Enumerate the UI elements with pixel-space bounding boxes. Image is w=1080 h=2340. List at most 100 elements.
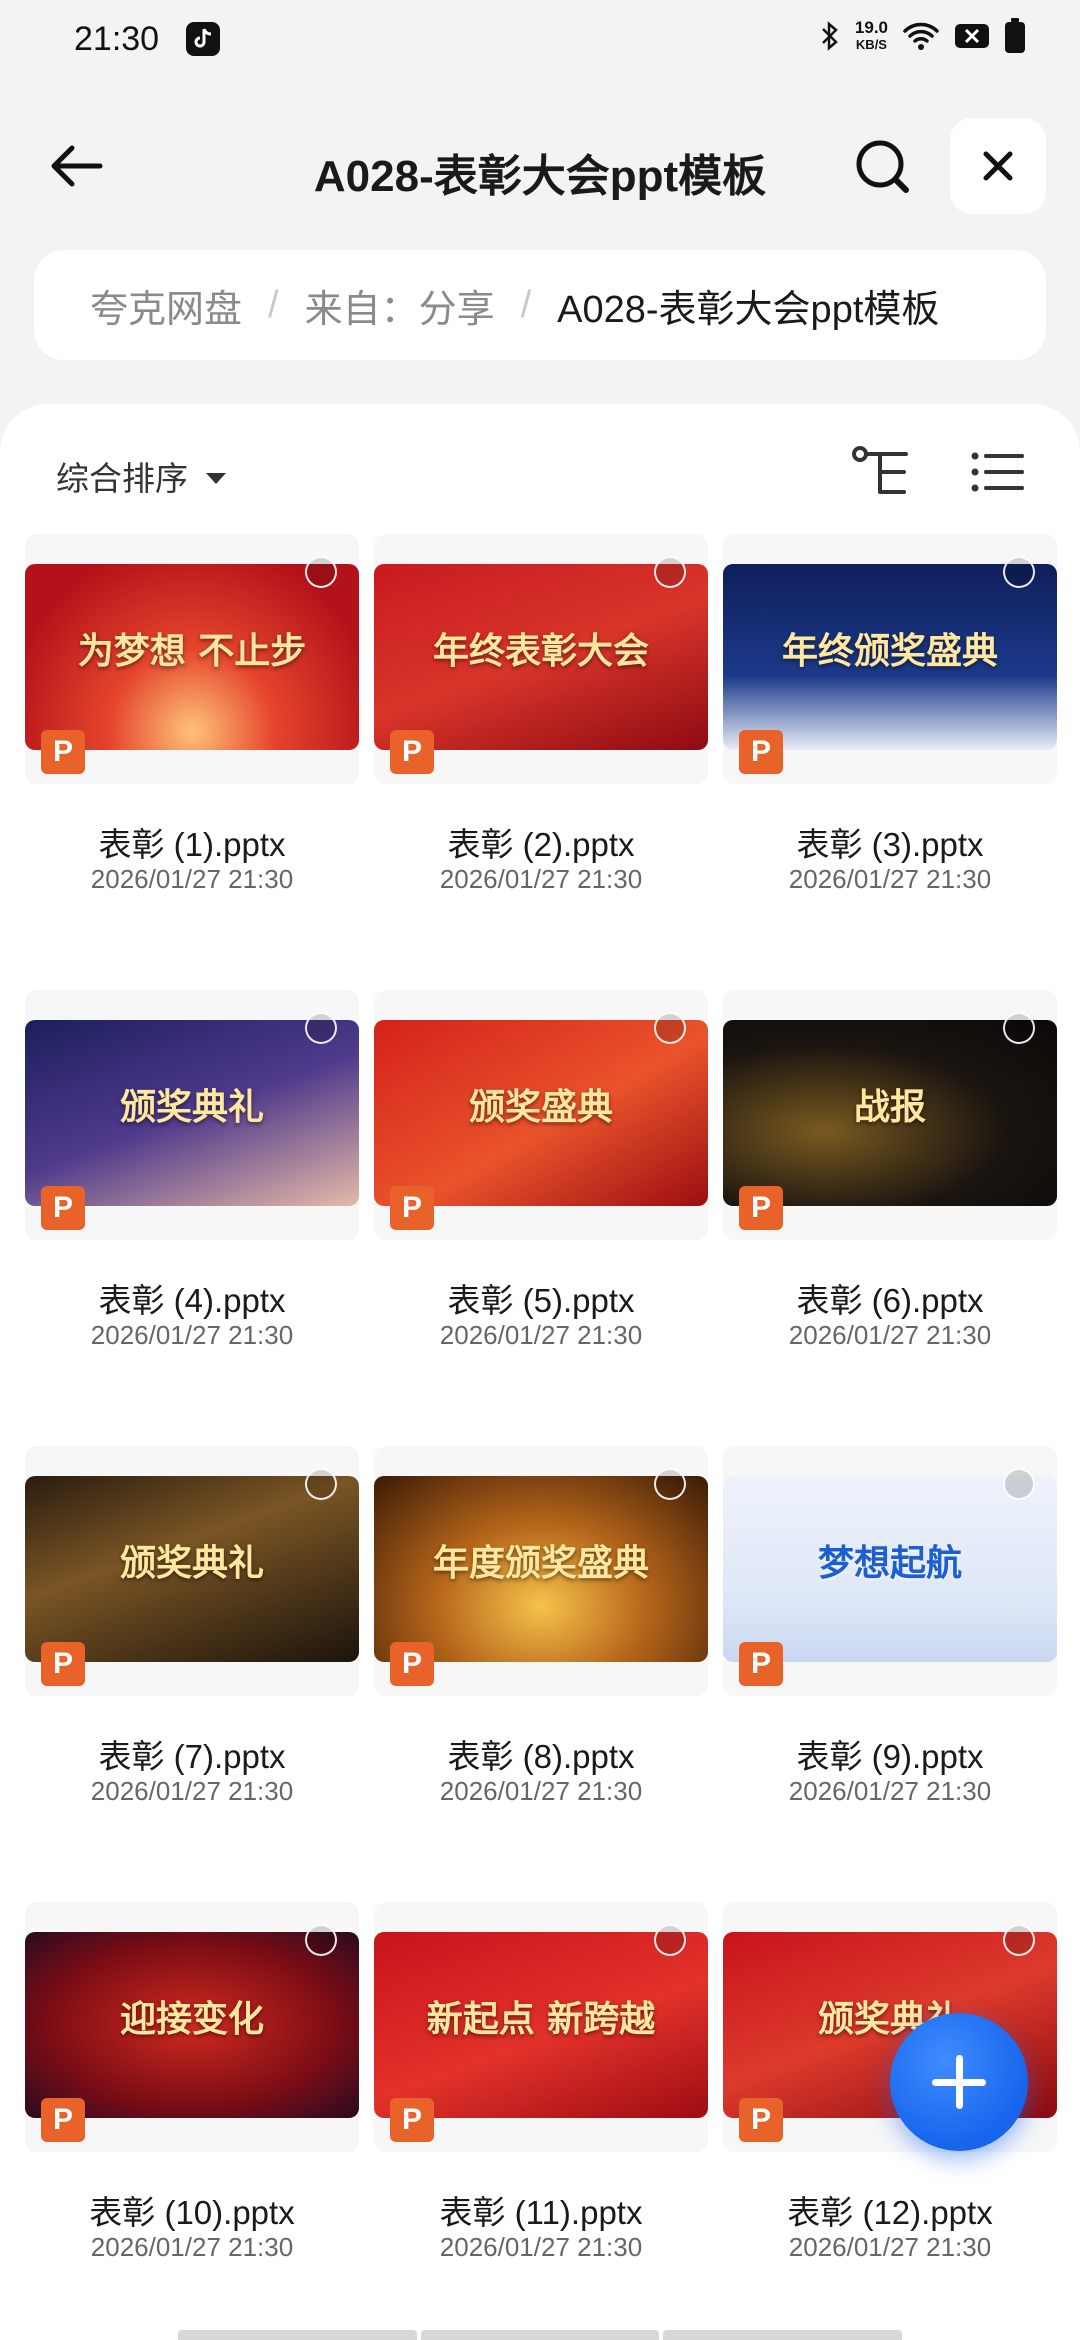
file-thumbnail-frame: 颁奖典礼 P [25,990,359,1240]
file-thumbnail-frame: 梦想起航 P [723,1446,1057,1696]
file-item[interactable]: 为梦想 不止步 P 表彰 (1).pptx 2026/01/27 21:30 [25,534,359,934]
select-checkbox[interactable] [1003,1468,1035,1500]
select-checkbox[interactable] [305,1012,337,1044]
select-checkbox[interactable] [654,556,686,588]
file-name: 表彰 (2).pptx [447,826,635,863]
file-thumbnail: 战报 [723,1020,1057,1206]
thumbnail-title: 为梦想 不止步 [77,630,307,672]
ppt-file-icon: P [41,1642,85,1686]
breadcrumb-separator: / [520,283,532,326]
ppt-file-icon: P [739,1642,783,1686]
close-button[interactable] [950,118,1046,214]
breadcrumb-item-share[interactable]: 来自：分享 [305,278,495,333]
net-speed-value: 19.0 [854,18,888,37]
status-bar: 21:30 19.0 KB/S [0,0,1080,80]
select-checkbox[interactable] [654,1924,686,1956]
ppt-badge-letter: P [52,1647,73,1680]
file-thumbnail-frame: 年终表彰大会 P [374,534,708,784]
file-thumbnail: 迎接变化 [25,1932,359,2118]
ppt-file-icon: P [739,2098,783,2142]
file-date: 2026/01/27 21:30 [439,2232,643,2262]
file-name: 表彰 (1).pptx [98,826,286,863]
select-checkbox[interactable] [654,1012,686,1044]
file-item[interactable]: 颁奖典礼 P 表彰 (4).pptx 2026/01/27 21:30 [25,990,359,1390]
tree-view-button[interactable] [852,444,912,500]
status-time: 21:30 [74,20,160,58]
ppt-badge-letter: P [52,1191,73,1224]
thumbnail-title: 战报 [853,1086,926,1128]
ppt-badge-letter: P [401,1191,422,1224]
file-item[interactable]: 颁奖盛典 P 表彰 (5).pptx 2026/01/27 21:30 [374,990,708,1390]
back-button[interactable] [44,136,108,196]
header: A028-表彰大会ppt模板 [0,110,1080,220]
search-button[interactable] [850,134,916,200]
ppt-badge-letter: P [52,735,73,768]
select-checkbox[interactable] [1003,1012,1035,1044]
file-thumbnail: 为梦想 不止步 [25,564,359,750]
file-date: 2026/01/27 21:30 [788,1776,992,1806]
ppt-file-icon: P [41,730,85,774]
file-date: 2026/01/27 21:30 [439,1320,643,1350]
select-checkbox[interactable] [654,1468,686,1500]
battery-icon [1005,18,1025,53]
file-date: 2026/01/27 21:30 [439,864,643,894]
file-name: 表彰 (12).pptx [787,2194,993,2231]
file-item[interactable]: 新起点 新跨越 P 表彰 (11).pptx 2026/01/27 21:30 [374,1902,708,2302]
thumbnail-title: 颁奖典礼 [119,1542,264,1584]
select-checkbox[interactable] [305,1924,337,1956]
file-thumbnail: 颁奖盛典 [374,1020,708,1206]
file-thumbnail-frame: 为梦想 不止步 P [25,534,359,784]
ppt-badge-letter: P [750,2103,771,2136]
file-date: 2026/01/27 21:30 [788,2232,992,2262]
breadcrumb-item-root[interactable]: 夸克网盘 [90,278,242,333]
file-thumbnail-frame: 年终颁奖盛典 P [723,534,1057,784]
thumbnail-title: 梦想起航 [817,1542,962,1584]
file-thumbnail-frame: 颁奖典礼 P [25,1446,359,1696]
select-checkbox[interactable] [305,556,337,588]
list-view-button[interactable] [970,448,1024,496]
back-arrow-icon [51,145,103,187]
tree-view-icon [852,446,908,494]
file-item[interactable]: 年终表彰大会 P 表彰 (2).pptx 2026/01/27 21:30 [374,534,708,934]
file-name: 表彰 (11).pptx [439,2194,643,2231]
file-item[interactable]: 梦想起航 P 表彰 (9).pptx 2026/01/27 21:30 [723,1446,1057,1846]
ppt-badge-letter: P [52,2103,73,2136]
file-name: 表彰 (10).pptx [89,2194,295,2231]
ppt-file-icon: P [739,1186,783,1230]
sort-dropdown[interactable]: 综合排序 [56,452,226,500]
caret-down-icon [206,472,226,484]
net-speed-unit: KB/S [855,37,887,52]
file-date: 2026/01/27 21:30 [788,864,992,894]
wifi-icon [903,22,939,50]
ppt-file-icon: P [390,2098,434,2142]
file-item[interactable]: 年度颁奖盛典 P 表彰 (8).pptx 2026/01/27 21:30 [374,1446,708,1846]
ppt-file-icon: P [390,1186,434,1230]
close-icon [983,151,1013,181]
file-thumbnail-frame: 新起点 新跨越 P [374,1902,708,2152]
file-name: 表彰 (7).pptx [98,1738,286,1775]
select-checkbox[interactable] [1003,1924,1035,1956]
ppt-file-icon: P [739,730,783,774]
ppt-badge-letter: P [401,1647,422,1680]
file-thumbnail-frame: 战报 P [723,990,1057,1240]
file-date: 2026/01/27 21:30 [90,1776,294,1806]
select-checkbox[interactable] [1003,556,1035,588]
sort-label: 综合排序 [56,460,188,497]
breadcrumb-separator: / [268,283,279,326]
file-item[interactable]: 颁奖典礼 P 表彰 (7).pptx 2026/01/27 21:30 [25,1446,359,1846]
file-item[interactable]: 战报 P 表彰 (6).pptx 2026/01/27 21:30 [723,990,1057,1390]
file-item[interactable]: 年终颁奖盛典 P 表彰 (3).pptx 2026/01/27 21:30 [723,534,1057,934]
thumbnail-title: 颁奖典礼 [119,1086,264,1128]
add-button[interactable] [890,2013,1028,2151]
select-checkbox[interactable] [305,1468,337,1500]
file-item[interactable]: 迎接变化 P 表彰 (10).pptx 2026/01/27 21:30 [25,1902,359,2302]
file-thumbnail: 颁奖典礼 [25,1020,359,1206]
ppt-badge-letter: P [750,1191,771,1224]
thumbnail-title: 迎接变化 [119,1998,264,2040]
file-thumbnail: 梦想起航 [723,1476,1057,1662]
ppt-badge-letter: P [750,1647,771,1680]
file-thumbnail: 年度颁奖盛典 [374,1476,708,1662]
bluetooth-icon [822,21,838,51]
ppt-badge-letter: P [401,735,422,768]
thumbnail-title: 年终颁奖盛典 [781,630,998,672]
